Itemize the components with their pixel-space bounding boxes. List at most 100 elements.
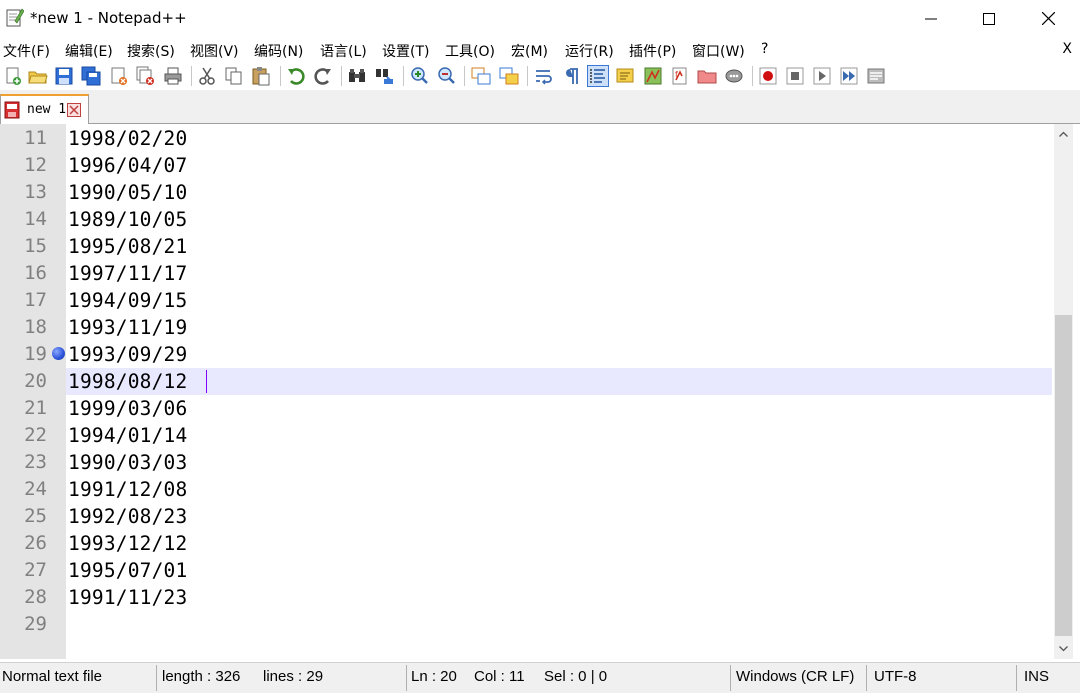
menu-edit[interactable]: 编辑(E) bbox=[65, 41, 113, 61]
new-file-icon[interactable] bbox=[3, 66, 23, 86]
scroll-up-button[interactable] bbox=[1054, 124, 1073, 144]
code-line[interactable]: 1997/11/17 bbox=[68, 260, 187, 287]
toolbar-separator bbox=[403, 66, 404, 86]
code-line[interactable]: 1992/08/23 bbox=[68, 503, 187, 530]
line-number[interactable]: 13 bbox=[0, 179, 47, 206]
menu-run[interactable]: 运行(R) bbox=[565, 41, 614, 61]
folder-workspace-icon[interactable]: f bbox=[670, 66, 690, 86]
status-eol[interactable]: Windows (CR LF) bbox=[736, 668, 854, 685]
menu-settings[interactable]: 设置(T) bbox=[382, 41, 429, 61]
code-line[interactable]: 1996/04/07 bbox=[68, 152, 187, 179]
menu-window[interactable]: 窗口(W) bbox=[692, 41, 745, 61]
code-line[interactable]: 1990/03/03 bbox=[68, 449, 187, 476]
notepad-plus-plus-icon bbox=[6, 8, 24, 27]
monitor-icon[interactable] bbox=[724, 66, 744, 86]
maximize-button[interactable] bbox=[960, 0, 1018, 37]
scrollbar-thumb[interactable] bbox=[1055, 315, 1072, 636]
line-number[interactable]: 14 bbox=[0, 206, 47, 233]
code-line[interactable]: 1995/08/21 bbox=[68, 233, 187, 260]
record-macro-icon[interactable] bbox=[758, 66, 778, 86]
line-number[interactable]: 16 bbox=[0, 260, 47, 287]
line-number[interactable]: 27 bbox=[0, 557, 47, 584]
code-line[interactable]: 1990/05/10 bbox=[68, 179, 187, 206]
code-line[interactable]: 1991/11/23 bbox=[68, 584, 187, 611]
save-all-icon[interactable] bbox=[81, 66, 101, 86]
code-line[interactable]: 1993/09/29 bbox=[68, 341, 187, 368]
play-macro-icon[interactable] bbox=[812, 66, 832, 86]
code-line[interactable]: 1991/12/08 bbox=[68, 476, 187, 503]
code-line[interactable]: 1993/12/12 bbox=[68, 530, 187, 557]
zoom-out-icon[interactable] bbox=[436, 66, 456, 86]
indent-guide-icon[interactable] bbox=[587, 65, 609, 87]
code-line[interactable]: 1993/11/19 bbox=[68, 314, 187, 341]
line-number-gutter[interactable]: 11 12 13 14 15 16 17 18 19 20 21 22 23 24 25 26 27 28 29 bbox=[0, 124, 66, 659]
zoom-in-icon[interactable] bbox=[409, 66, 429, 86]
save-macro-icon[interactable] bbox=[866, 66, 886, 86]
find-icon[interactable] bbox=[347, 66, 367, 86]
close-tab-icon[interactable] bbox=[67, 103, 81, 117]
line-number[interactable]: 29 bbox=[0, 611, 47, 638]
paste-icon[interactable] bbox=[251, 66, 271, 86]
menu-tools[interactable]: 工具(O) bbox=[445, 41, 495, 61]
line-number[interactable]: 12 bbox=[0, 152, 47, 179]
undo-icon[interactable] bbox=[286, 66, 306, 86]
line-number[interactable]: 25 bbox=[0, 503, 47, 530]
save-icon[interactable] bbox=[54, 66, 74, 86]
tab-new-1[interactable]: new 1 bbox=[0, 94, 89, 125]
scroll-down-button[interactable] bbox=[1054, 639, 1073, 659]
line-number[interactable]: 18 bbox=[0, 314, 47, 341]
editor[interactable]: 11 12 13 14 15 16 17 18 19 20 21 22 23 24 25 26 27 28 29 1… bbox=[0, 124, 1080, 659]
close-all-icon[interactable] bbox=[136, 66, 156, 86]
line-number[interactable]: 19 bbox=[0, 341, 47, 368]
line-number[interactable]: 21 bbox=[0, 395, 47, 422]
line-number[interactable]: 26 bbox=[0, 530, 47, 557]
code-line[interactable]: 1999/03/06 bbox=[68, 395, 187, 422]
status-insert-mode[interactable]: INS bbox=[1024, 668, 1049, 685]
line-number[interactable]: 15 bbox=[0, 233, 47, 260]
code-line[interactable]: 1994/09/15 bbox=[68, 287, 187, 314]
bookmark-icon[interactable] bbox=[52, 347, 65, 360]
doc-map-icon[interactable] bbox=[615, 66, 635, 86]
copy-icon[interactable] bbox=[224, 66, 244, 86]
menu-macro[interactable]: 宏(M) bbox=[511, 41, 548, 61]
line-number[interactable]: 22 bbox=[0, 422, 47, 449]
close-document-button[interactable]: X bbox=[1062, 41, 1072, 57]
line-number[interactable]: 24 bbox=[0, 476, 47, 503]
menu-search[interactable]: 搜索(S) bbox=[127, 41, 175, 61]
function-list-icon[interactable] bbox=[643, 66, 663, 86]
run-macro-multiple-icon[interactable] bbox=[839, 66, 859, 86]
word-wrap-icon[interactable] bbox=[534, 66, 554, 86]
code-line[interactable]: 1995/07/01 bbox=[68, 557, 187, 584]
redo-icon[interactable] bbox=[313, 66, 333, 86]
line-number[interactable]: 17 bbox=[0, 287, 47, 314]
open-file-icon[interactable] bbox=[28, 66, 48, 86]
status-bar: Normal text file length : 326 lines : 29… bbox=[0, 662, 1080, 693]
stop-macro-icon[interactable] bbox=[785, 66, 805, 86]
code-line[interactable]: 1998/08/12 bbox=[68, 368, 187, 395]
line-number[interactable]: 28 bbox=[0, 584, 47, 611]
minimize-button[interactable] bbox=[902, 0, 960, 37]
code-line[interactable]: 1989/10/05 bbox=[68, 206, 187, 233]
menu-help[interactable]: ? bbox=[761, 41, 768, 57]
folder-icon[interactable] bbox=[697, 66, 717, 86]
menu-view[interactable]: 视图(V) bbox=[190, 41, 239, 61]
line-number[interactable]: 23 bbox=[0, 449, 47, 476]
close-button[interactable] bbox=[1019, 0, 1077, 37]
line-number[interactable]: 20 bbox=[0, 368, 47, 395]
print-icon[interactable] bbox=[163, 66, 183, 86]
code-line[interactable]: 1998/02/20 bbox=[68, 125, 187, 152]
menu-encoding[interactable]: 编码(N) bbox=[254, 41, 303, 61]
cut-icon[interactable] bbox=[197, 66, 217, 86]
line-number[interactable]: 11 bbox=[0, 125, 47, 152]
show-all-chars-icon[interactable] bbox=[561, 66, 581, 86]
vertical-scrollbar[interactable] bbox=[1054, 124, 1073, 659]
close-file-icon[interactable] bbox=[109, 66, 129, 86]
sync-vertical-icon[interactable] bbox=[471, 66, 491, 86]
menu-file[interactable]: 文件(F) bbox=[3, 41, 50, 61]
code-line[interactable]: 1994/01/14 bbox=[68, 422, 187, 449]
menu-plugins[interactable]: 插件(P) bbox=[629, 41, 676, 61]
status-encoding[interactable]: UTF-8 bbox=[874, 668, 917, 685]
menu-language[interactable]: 语言(L) bbox=[320, 41, 367, 61]
sync-horizontal-icon[interactable] bbox=[499, 66, 519, 86]
replace-icon[interactable] bbox=[375, 66, 395, 86]
